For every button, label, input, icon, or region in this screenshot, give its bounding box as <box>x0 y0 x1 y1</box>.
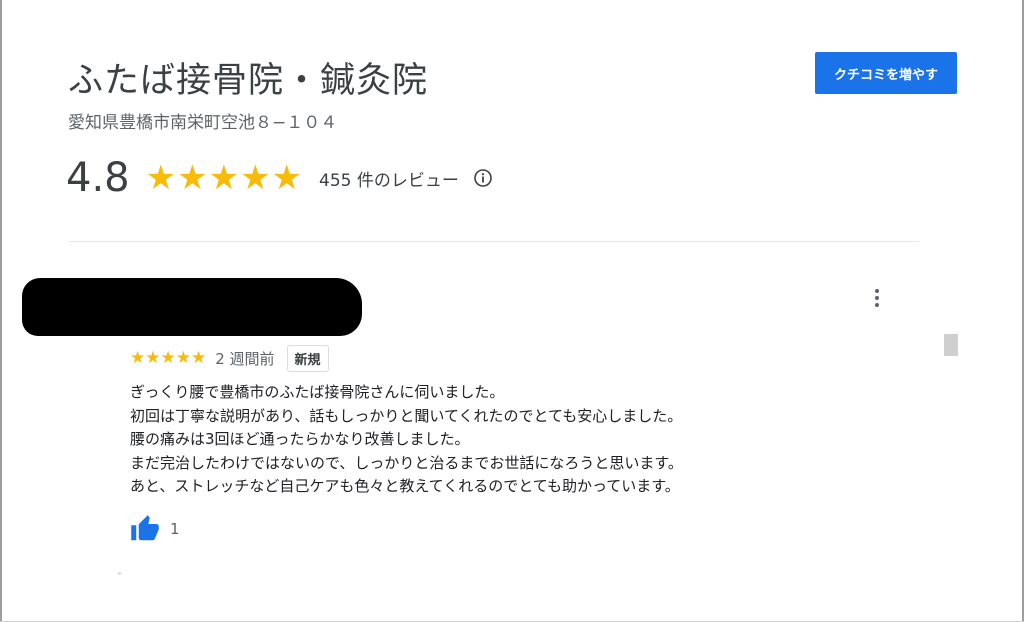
info-icon[interactable] <box>473 168 493 188</box>
review-count[interactable]: 455 件のレビュー <box>319 166 459 191</box>
window-left-border <box>0 0 2 622</box>
review-line: 初回は丁寧な説明があり、話もしっかりと聞いてくれたのでとても安心しました。 <box>130 406 683 425</box>
review-line: 腰の痛みは3回ほど通ったらかなり改善しました。 <box>130 430 470 449</box>
section-divider <box>68 241 919 242</box>
review-text: ぎっくり腰で豊橋市のふたば接骨院さんに伺いました。 初回は丁寧な説明があり、話も… <box>130 381 850 499</box>
review-time: 2 週間前 <box>215 349 275 368</box>
more-dot <box>875 289 879 293</box>
redacted-reviewer-info <box>22 278 362 336</box>
rating-stars: ★★★★★ <box>145 158 304 198</box>
place-address: 愛知県豊橋市南栄町空池８−１０４ <box>68 113 338 133</box>
review-stars: ★★★★★ <box>130 348 207 368</box>
scrollbar-thumb[interactable] <box>944 334 958 356</box>
place-title: ふたば接骨院・鍼灸院 <box>68 61 429 101</box>
review-line: ぎっくり腰で豊橋市のふたば接骨院さんに伺いました。 <box>130 383 505 401</box>
thumbs-up-icon[interactable] <box>130 514 160 544</box>
review-meta: ★★★★★ 2 週間前 新規 <box>130 344 329 372</box>
decorative-speck <box>118 572 121 575</box>
review-line: あと、ストレッチなど自己ケアも色々と教えてくれるのでとても助かっています。 <box>130 477 680 496</box>
more-dot <box>875 296 879 300</box>
more-dot <box>875 303 879 307</box>
average-rating: 4.8 <box>66 155 130 201</box>
like-count: 1 <box>170 520 180 538</box>
review-line: まだ完治したわけではないので、しっかりと治るまでお世話になろうと思います。 <box>130 453 683 472</box>
new-badge: 新規 <box>286 344 329 372</box>
like-row: 1 <box>130 514 180 544</box>
write-review-button[interactable]: クチコミを増やす <box>815 52 957 94</box>
more-options-icon[interactable] <box>866 283 888 313</box>
rating-summary: 4.8 ★★★★★ 455 件のレビュー <box>66 152 493 204</box>
